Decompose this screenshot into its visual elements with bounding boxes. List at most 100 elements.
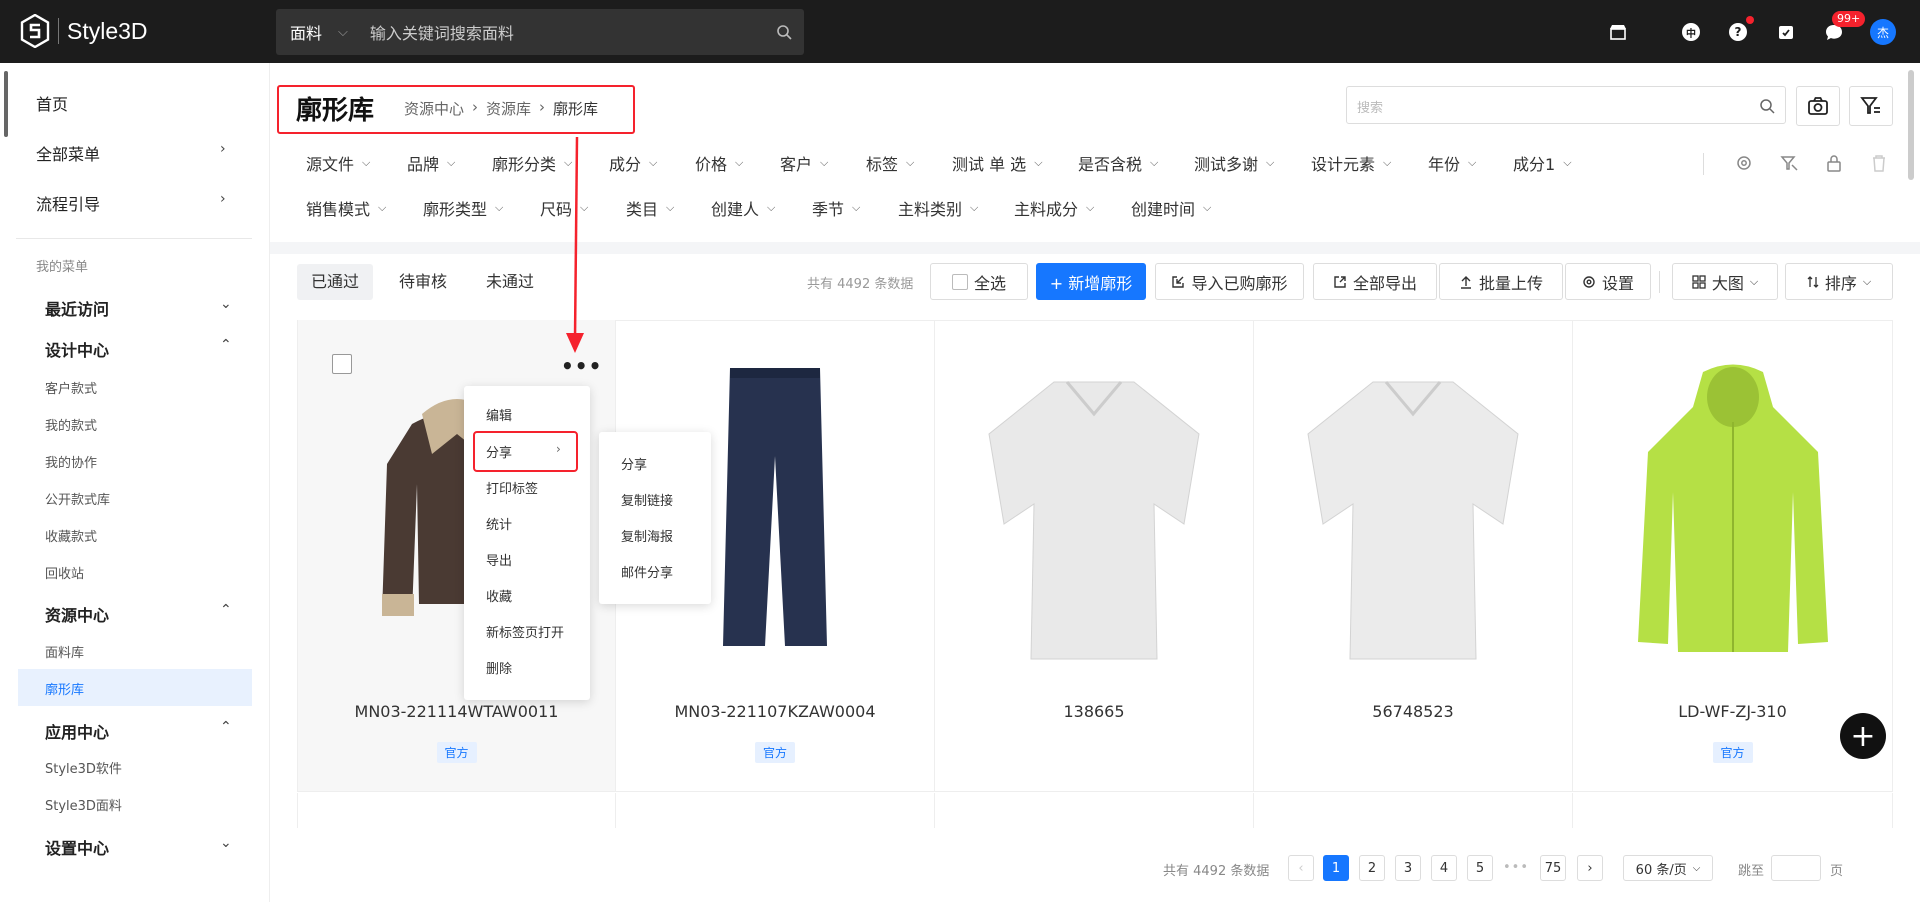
chevron-down-icon[interactable]: ⌵ (338, 25, 348, 40)
sidebar-item-public-styles[interactable]: 公开款式库 (45, 489, 110, 508)
sidebar-item-style3d-software[interactable]: Style3D软件 (45, 758, 122, 777)
export-all-button[interactable]: 全部导出 (1313, 263, 1437, 300)
menu-item-edit[interactable]: 编辑 (486, 405, 512, 424)
sidebar-item-style3d-fabric[interactable]: Style3D面料 (45, 795, 122, 814)
store-icon[interactable] (1604, 18, 1632, 46)
sidebar-scrollbar[interactable] (4, 71, 8, 137)
product-image[interactable] (1633, 362, 1833, 662)
chevron-right-icon[interactable]: › (220, 191, 226, 207)
chevron-right-icon[interactable]: › (220, 141, 226, 157)
avatar[interactable]: 杰 (1869, 18, 1897, 46)
chevron-up-icon[interactable]: ⌃ (220, 337, 232, 353)
tab-approved[interactable]: 已通过 (297, 264, 374, 300)
task-icon[interactable] (1772, 18, 1800, 46)
floating-add-button[interactable]: + (1840, 713, 1886, 759)
page-size-select[interactable]: 60 条/页 ⌵ (1623, 855, 1713, 881)
sidebar-group-design[interactable]: 设计中心 (45, 337, 109, 361)
filter-test-multi[interactable]: 测试多谢 ⌵ (1194, 151, 1274, 175)
breadcrumb-item[interactable]: 资源库 (486, 98, 531, 119)
settings-icon[interactable] (1734, 153, 1754, 173)
image-search-button[interactable] (1796, 86, 1840, 126)
tab-rejected[interactable]: 未通过 (472, 264, 548, 300)
card-checkbox[interactable] (332, 354, 352, 374)
filter-main-material-type[interactable]: 主料类别 ⌵ (898, 196, 978, 220)
filter-creator[interactable]: 创建人 ⌵ (711, 196, 775, 220)
sidebar-item-recycle[interactable]: 回收站 (45, 563, 84, 582)
page-button-last[interactable]: 75 (1540, 855, 1566, 881)
filter-customer[interactable]: 客户 ⌵ (780, 151, 828, 175)
filter-main-material-comp[interactable]: 主料成分 ⌵ (1014, 196, 1094, 220)
menu-item-print-label[interactable]: 打印标签 (486, 478, 538, 497)
select-all-button[interactable]: 全选 (930, 263, 1028, 300)
clear-filter-icon[interactable] (1779, 153, 1799, 173)
card-name[interactable]: MN03-221107KZAW0004 (616, 702, 934, 721)
filter-category[interactable]: 类目 ⌵ (626, 196, 674, 220)
submenu-item-share[interactable]: 分享 (621, 454, 647, 473)
sidebar-item-fabric-lib[interactable]: 面料库 (45, 642, 84, 661)
pagination-ellipsis[interactable]: ••• (1503, 860, 1529, 875)
filter-brand[interactable]: 品牌 ⌵ (407, 151, 455, 175)
search-icon[interactable] (776, 24, 792, 40)
app-logo[interactable]: Style3D (20, 14, 148, 48)
trash-icon[interactable] (1869, 153, 1889, 173)
import-purchased-button[interactable]: 导入已购廓形 (1155, 263, 1304, 300)
menu-item-statistics[interactable]: 统计 (486, 514, 512, 533)
sidebar-item-my-collab[interactable]: 我的协作 (45, 452, 97, 471)
tab-pending[interactable]: 待审核 (385, 264, 461, 300)
page-button[interactable]: 4 (1431, 855, 1457, 881)
filter-composition-1[interactable]: 成分1 ⌵ (1513, 151, 1572, 175)
sidebar-item-silhouette-lib[interactable]: 廓形库 (45, 679, 84, 698)
add-silhouette-button[interactable]: + 新增廓形 (1036, 263, 1146, 300)
view-mode-select[interactable]: 大图 ⌵ (1672, 263, 1778, 300)
next-page-button[interactable]: › (1577, 855, 1603, 881)
goto-page-input[interactable] (1771, 855, 1821, 881)
chevron-down-icon[interactable]: ⌄ (220, 296, 232, 312)
submenu-item-copy-link[interactable]: 复制链接 (621, 490, 673, 509)
language-icon[interactable]: 中 (1677, 18, 1705, 46)
filter-created-time[interactable]: 创建时间 ⌵ (1131, 196, 1211, 220)
filter-test-single[interactable]: 测试 单 选 ⌵ (952, 151, 1043, 175)
settings-button[interactable]: 设置 (1565, 263, 1651, 300)
submenu-item-copy-poster[interactable]: 复制海报 (621, 526, 673, 545)
sidebar-group-settings[interactable]: 设置中心 (45, 835, 109, 859)
prev-page-button[interactable]: ‹ (1288, 855, 1314, 881)
sidebar-group-recent[interactable]: 最近访问 (45, 296, 109, 320)
page-button[interactable]: 3 (1395, 855, 1421, 881)
product-image[interactable] (715, 366, 835, 656)
filter-tax-included[interactable]: 是否含税 ⌵ (1078, 151, 1158, 175)
filter-sales-mode[interactable]: 销售模式 ⌵ (306, 196, 386, 220)
checkbox[interactable] (951, 273, 968, 290)
chevron-up-icon[interactable]: ⌃ (220, 602, 232, 618)
advanced-filter-button[interactable] (1849, 86, 1893, 126)
filter-composition[interactable]: 成分 ⌵ (609, 151, 657, 175)
filter-tags[interactable]: 标签 ⌵ (866, 151, 914, 175)
sidebar-item-all-menu[interactable]: 全部菜单 (36, 141, 100, 165)
silhouette-card[interactable]: 138665 (935, 320, 1254, 792)
breadcrumb-item[interactable]: 资源中心 (404, 98, 464, 119)
search-category[interactable]: 面料 (290, 20, 322, 44)
product-image[interactable] (1298, 374, 1528, 664)
sidebar-item-home[interactable]: 首页 (36, 91, 68, 115)
search-input[interactable]: 输入关键词搜索面料 (370, 20, 776, 44)
menu-item-delete[interactable]: 删除 (486, 658, 512, 677)
card-name[interactable]: LD-WF-ZJ-310 (1573, 702, 1892, 721)
sidebar-item-flow-guide[interactable]: 流程引导 (36, 191, 100, 215)
message-icon[interactable]: 99+ (1820, 11, 1866, 46)
batch-upload-button[interactable]: 批量上传 (1439, 263, 1563, 300)
page-scrollbar[interactable] (1908, 70, 1914, 180)
page-button[interactable]: 2 (1359, 855, 1385, 881)
menu-item-open-new-tab[interactable]: 新标签页打开 (486, 622, 564, 641)
chevron-down-icon[interactable]: ⌄ (220, 835, 232, 851)
product-image[interactable] (979, 374, 1209, 664)
silhouette-card[interactable]: 56748523 (1254, 320, 1573, 792)
chevron-up-icon[interactable]: ⌃ (220, 719, 232, 735)
filter-year[interactable]: 年份 ⌵ (1428, 151, 1476, 175)
menu-item-favorite[interactable]: 收藏 (486, 586, 512, 605)
sidebar-item-fav-styles[interactable]: 收藏款式 (45, 526, 97, 545)
sort-select[interactable]: 排序 ⌵ (1785, 263, 1893, 300)
page-button-current[interactable]: 1 (1323, 855, 1349, 881)
sidebar-group-resource[interactable]: 资源中心 (45, 602, 109, 626)
more-options-icon[interactable]: ••• (561, 354, 602, 378)
menu-item-export[interactable]: 导出 (486, 550, 512, 569)
filter-season[interactable]: 季节 ⌵ (812, 196, 860, 220)
